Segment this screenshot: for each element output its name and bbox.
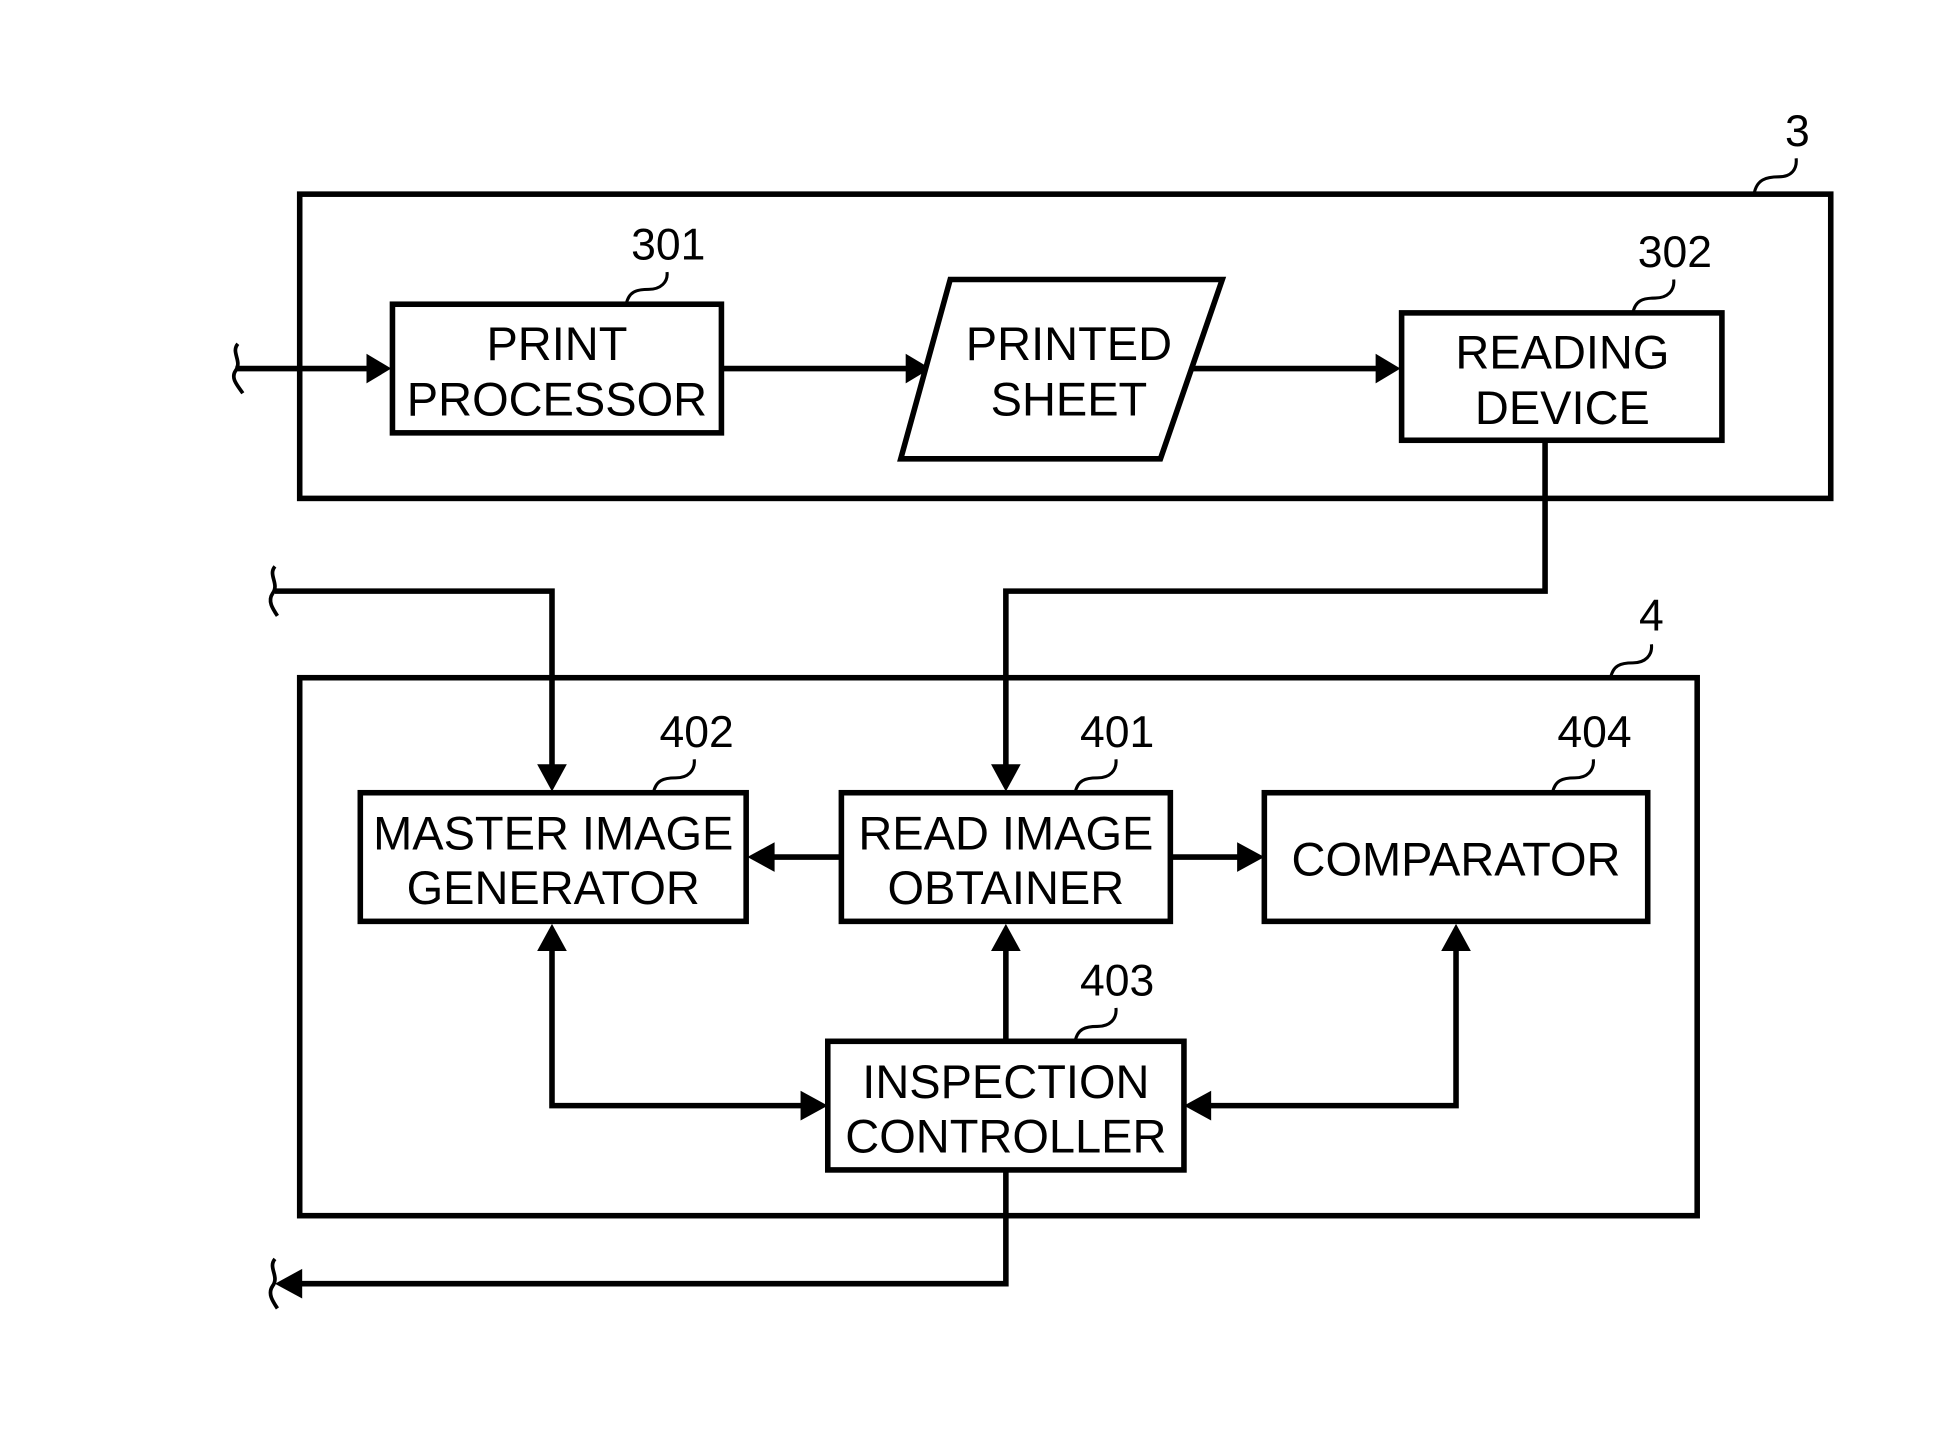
arrowhead-icon: [747, 842, 775, 872]
arrowhead-icon: [991, 764, 1021, 792]
arrowhead-icon: [366, 353, 392, 384]
master-image-generator-label-line2: GENERATOR: [407, 861, 700, 914]
group-4-leader: [1609, 644, 1654, 679]
read-image-obtainer-label-line1: READ IMAGE: [858, 807, 1153, 860]
print-processor-label-line1: PRINT: [486, 317, 627, 370]
printed-sheet-label-line1: PRINTED: [966, 317, 1172, 370]
inspection-controller-leader: [1073, 1007, 1118, 1042]
connector-controller-comparator: [1208, 948, 1459, 1109]
read-image-obtainer-ref: 401: [1080, 708, 1154, 757]
master-image-generator-label-line1: MASTER IMAGE: [373, 807, 733, 860]
master-image-generator-ref: 402: [660, 708, 734, 757]
inspection-controller-label-line1: INSPECTION: [862, 1055, 1149, 1108]
reading-device-leader: [1631, 279, 1676, 314]
comparator-ref: 404: [1557, 708, 1631, 757]
reading-device-label-line2: DEVICE: [1475, 381, 1650, 434]
arrowhead-icon: [1441, 923, 1471, 952]
arrowhead-icon: [800, 1090, 828, 1121]
arrowhead-icon: [1375, 353, 1401, 384]
print-processor-label-line2: PROCESSOR: [407, 373, 707, 426]
reading-device-ref: 302: [1638, 228, 1712, 277]
arrowhead-icon: [991, 923, 1021, 952]
arrowhead-icon: [537, 923, 567, 952]
comparator-leader: [1550, 759, 1595, 794]
printed-sheet-label-line2: SHEET: [991, 373, 1148, 426]
print-processor-ref: 301: [631, 221, 705, 270]
arrowhead-icon: [537, 764, 567, 792]
comparator-label: COMPARATOR: [1292, 833, 1621, 886]
master-image-generator-leader: [651, 759, 696, 794]
inspection-controller-label-line2: CONTROLLER: [845, 1110, 1166, 1163]
reading-device-label-line1: READING: [1455, 326, 1669, 379]
group-3-ref: 3: [1785, 107, 1810, 156]
connector-controller-to-output: [299, 1169, 1009, 1287]
arrowhead-icon: [274, 1268, 303, 1299]
group-3-leader: [1752, 158, 1798, 195]
read-image-obtainer-leader: [1073, 759, 1118, 794]
read-image-obtainer-label-line2: OBTAINER: [888, 861, 1125, 914]
connector-controller-master-generator: [549, 948, 804, 1109]
print-processor-leader: [624, 271, 669, 305]
group-4-ref: 4: [1639, 592, 1664, 641]
arrowhead-icon: [1237, 842, 1265, 872]
arrowhead-icon: [1183, 1090, 1212, 1121]
block-diagram: 3 PRINT PROCESSOR 301 PRINTED SHEET READ…: [231, 107, 1834, 1310]
inspection-controller-ref: 403: [1080, 957, 1154, 1006]
